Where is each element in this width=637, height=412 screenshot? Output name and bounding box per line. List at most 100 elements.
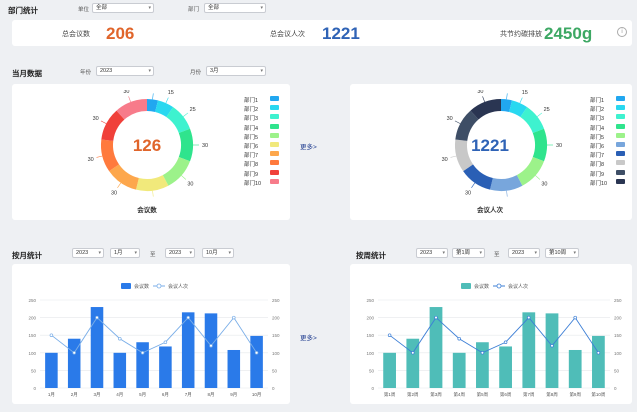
attendance-leader-line [471, 182, 476, 188]
monthly-xtick: 1月 [48, 392, 55, 398]
weekly-xtick: 第1周 [384, 391, 396, 398]
attendance-donut-center: 1221 [471, 136, 509, 155]
unit-select[interactable]: 全部 ▾ [92, 3, 154, 13]
meetings-legend-label: 部门7 [244, 153, 259, 160]
weekly-bar [499, 346, 512, 388]
monthly-from-month[interactable]: 1月 ▾ [110, 248, 140, 258]
month-select[interactable]: 3月 ▾ [206, 66, 266, 76]
unit-label: 单位 [78, 7, 90, 13]
weekly-line-point [550, 344, 554, 348]
meetings-legend-item[interactable]: 部门3 [244, 114, 279, 122]
monthly-to-month[interactable]: 10月 ▾ [202, 248, 234, 258]
meetings-legend-label: 部门2 [244, 107, 259, 114]
meetings-legend-item[interactable]: 部门1 [244, 96, 279, 104]
dept-select[interactable]: 全部 ▾ [204, 3, 266, 13]
meetings-slice-label: 30 [123, 90, 129, 95]
meetings-donut-caption: 会议数 [137, 207, 157, 214]
meetings-slice-label: 30 [111, 191, 117, 197]
meetings-slice [101, 139, 120, 172]
meetings-legend-swatch [270, 169, 279, 175]
meetings-legend-item[interactable]: 部门6 [244, 142, 279, 150]
paper-saved-label: 共节约碳排放 [500, 31, 542, 38]
weekly-xtick: 第4周 [453, 391, 465, 398]
weekly-legend-bar-swatch [461, 283, 471, 289]
month-label: 月份 [190, 70, 202, 76]
attendance-slice [520, 107, 545, 134]
monthly-ytick-right: 250 [272, 298, 280, 303]
attendance-legend-item[interactable]: 部门9 [590, 169, 625, 178]
meetings-legend-item[interactable]: 部门4 [244, 123, 279, 132]
meetings-slice-label: 25 [190, 107, 196, 113]
monthly-chart: 会议数 会议人次 0 0 50 50 100 100 150 150 200 200 250 250 1月 2… [28, 283, 280, 398]
info-icon[interactable]: i [617, 27, 627, 37]
attendance-donut-card: 10152530303030303030 1221 会议人次 部门1部门2部门3… [350, 84, 632, 220]
monthly-xtick: 5月 [139, 392, 146, 398]
more-link[interactable]: 更多> [300, 141, 317, 151]
monthly-xtick: 8月 [207, 392, 214, 398]
year-label: 年份 [80, 70, 92, 76]
weekly-to-week[interactable]: 第10周 ▾ [545, 248, 579, 258]
attendance-legend-item[interactable]: 部门6 [590, 142, 625, 150]
meetings-legend-item[interactable]: 部门2 [244, 105, 279, 114]
attendance-slice-label: 30 [447, 116, 453, 122]
weekly-from-year[interactable]: 2023 ▾ [416, 248, 448, 258]
meetings-legend-item[interactable]: 部门7 [244, 151, 279, 160]
weekly-bar [545, 313, 559, 388]
weekly-chart: 会议数 会议人次 0 0 50 50 100 100 150 150 200 200 250 250 第1周… [366, 283, 622, 398]
monthly-ytick-left: 200 [28, 316, 36, 321]
monthly-from-year[interactable]: 2023 ▾ [72, 248, 104, 258]
weekly-ytick-left: 50 [369, 368, 375, 373]
attendance-leader-line [506, 93, 508, 100]
attendance-legend-label: 部门3 [590, 116, 605, 123]
weekly-legend-line-label: 会议人次 [508, 283, 528, 290]
attendance-legend-label: 部门10 [590, 180, 608, 187]
attendance-legend-item[interactable]: 部门2 [590, 105, 625, 113]
weekly-line-point [387, 333, 392, 337]
attendance-leader-line [506, 190, 508, 197]
attendance-legend-item[interactable]: 部门3 [590, 114, 625, 123]
weekly-to-year[interactable]: 2023 ▾ [508, 248, 540, 258]
attendance-legend-label: 部门4 [590, 125, 605, 132]
attendance-legend-item[interactable]: 部门7 [590, 151, 625, 159]
more-link-2[interactable]: 更多> [300, 332, 317, 342]
meetings-legend-item[interactable]: 部门5 [244, 132, 279, 141]
meetings-slice-label: 30 [187, 181, 193, 187]
meetings-legend-item[interactable]: 部门9 [244, 169, 279, 178]
monthly-ytick-right: 150 [272, 333, 280, 338]
attendance-legend-item[interactable]: 部门10 [590, 178, 625, 187]
chevron-down-icon: ▾ [148, 5, 151, 11]
meetings-legend-swatch [270, 132, 279, 138]
monthly-to-year[interactable]: 2023 ▾ [165, 248, 195, 258]
attendance-slice-label: 30 [556, 143, 562, 149]
chevron-down-icon: ▾ [228, 250, 231, 256]
attendance-slice-label: 30 [465, 191, 471, 197]
weekly-from-week[interactable]: 第1周 ▾ [452, 248, 485, 258]
attendance-legend-label: 部门5 [590, 134, 605, 141]
meetings-slice [135, 174, 169, 191]
weekly-bar [592, 335, 605, 388]
weekly-ytick-right: 100 [614, 351, 622, 356]
attendance-slice-label: 30 [477, 90, 483, 95]
monthly-ytick-right: 0 [272, 386, 275, 391]
weekly-ytick-right: 200 [614, 316, 622, 321]
meetings-leader-line [152, 93, 154, 100]
attendance-legend-label: 部门1 [590, 98, 605, 104]
weekly-line-point [503, 340, 508, 344]
attendance-legend-item[interactable]: 部门5 [590, 132, 625, 141]
attendance-legend-item[interactable]: 部门8 [590, 160, 625, 168]
meetings-slice [146, 99, 159, 113]
meetings-legend-label: 部门1 [244, 98, 259, 104]
attendance-legend-item[interactable]: 部门1 [590, 96, 625, 104]
chevron-down-icon: ▾ [134, 250, 137, 256]
year-select[interactable]: 2023 ▾ [96, 66, 154, 76]
attendance-legend-item[interactable]: 部门4 [590, 123, 625, 132]
monthly-ytick-right: 200 [272, 316, 280, 321]
attendance-slice [489, 174, 523, 191]
monthly-bar [136, 342, 149, 388]
attendance-legend-label: 部门6 [590, 144, 605, 150]
meetings-slice [162, 156, 191, 186]
monthly-bar [204, 313, 218, 388]
weekly-line-point [527, 315, 531, 320]
meetings-legend-item[interactable]: 部门8 [244, 160, 279, 168]
meetings-legend-item[interactable]: 部门10 [244, 178, 279, 187]
